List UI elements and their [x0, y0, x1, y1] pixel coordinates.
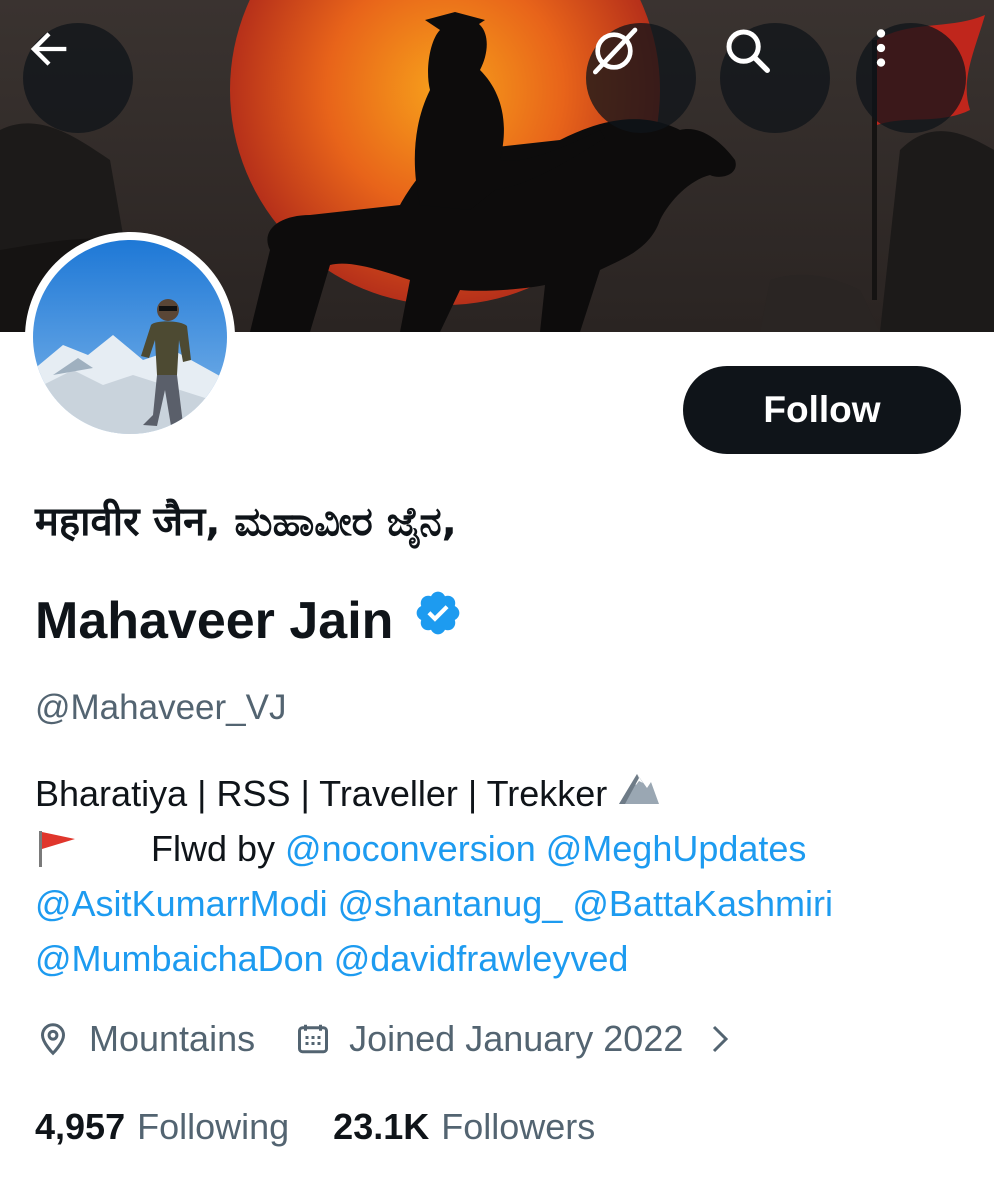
profile-bio: Bharatiya | RSS | Traveller | Trekker Fl…: [35, 766, 970, 986]
join-date-text: Joined January 2022: [349, 1018, 684, 1059]
verified-badge-icon[interactable]: [413, 588, 463, 653]
mention-link[interactable]: @noconversion: [285, 821, 536, 876]
bio-line-4: @MumbaichaDon @davidfrawleyved: [35, 931, 970, 986]
follow-button[interactable]: Follow: [683, 366, 961, 454]
search-icon: [726, 29, 770, 73]
location-pin-icon: [35, 1021, 71, 1057]
more-vertical-icon: [876, 29, 886, 67]
followers-label: Followers: [441, 1106, 596, 1147]
followers-link[interactable]: 23.1K Followers: [333, 1106, 595, 1148]
mention-link[interactable]: @MeghUpdates: [546, 821, 807, 876]
grok-button[interactable]: [586, 23, 696, 133]
flwd-by-text: Flwd by: [151, 828, 276, 869]
grok-icon: [593, 27, 638, 75]
chevron-right-icon[interactable]: [707, 1021, 733, 1057]
bio-text: Bharatiya | RSS | Traveller | Trekker: [35, 773, 608, 814]
mountain-emoji-icon: [617, 766, 661, 821]
bio-line-2: Flwd by @noconversion @MeghUpdates: [35, 821, 970, 876]
display-name-line-2: Mahaveer Jain: [35, 591, 394, 650]
profile-meta: Mountains Joined January 2022: [35, 1018, 733, 1060]
back-button[interactable]: [23, 23, 133, 133]
followers-count: 23.1K: [333, 1106, 430, 1147]
mention-link[interactable]: @MumbaichaDon: [35, 931, 324, 986]
mention-link[interactable]: @BattaKashmiri: [572, 876, 833, 931]
following-link[interactable]: 4,957 Following: [35, 1106, 289, 1148]
display-name-line-1: महावीर जैन, ಮಹಾವೀರ ಜೈನ,: [35, 499, 457, 545]
display-name: Mahaveer Jain: [35, 588, 463, 653]
location-text: Mountains: [89, 1018, 256, 1059]
search-button[interactable]: [720, 23, 830, 133]
mention-link[interactable]: @shantanug_: [338, 876, 563, 931]
location: Mountains: [35, 1018, 255, 1060]
following-label: Following: [137, 1106, 290, 1147]
avatar-image: [33, 240, 227, 434]
bio-line-3: @AsitKumarrModi @shantanug_ @BattaKashmi…: [35, 876, 970, 931]
follow-stats: 4,957 Following 23.1K Followers: [35, 1106, 595, 1148]
following-count: 4,957: [35, 1106, 126, 1147]
mention-link[interactable]: @AsitKumarrModi: [35, 876, 328, 931]
mention-link[interactable]: @davidfrawleyved: [334, 931, 629, 986]
arrow-left-icon: [30, 32, 67, 66]
join-date: Joined January 2022: [295, 1018, 733, 1060]
avatar[interactable]: [25, 232, 235, 442]
red-flag-emoji-icon: [35, 829, 79, 869]
more-button[interactable]: [856, 23, 966, 133]
username-handle: @Mahaveer_VJ: [35, 688, 287, 727]
bio-line-1: Bharatiya | RSS | Traveller | Trekker: [35, 766, 970, 821]
calendar-icon: [295, 1021, 331, 1057]
